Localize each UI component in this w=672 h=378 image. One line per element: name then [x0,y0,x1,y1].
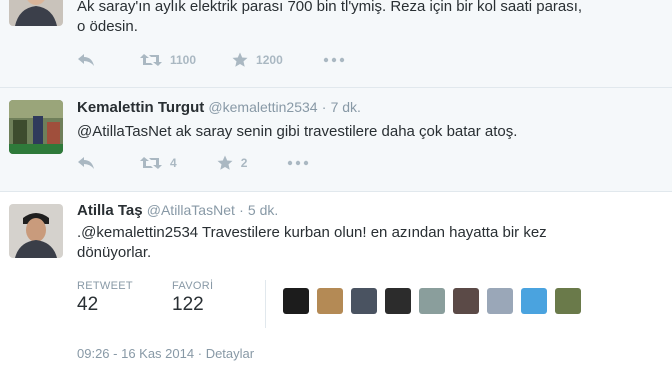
separator: · [239,202,244,218]
favoriter-avatar[interactable] [521,288,547,314]
favorite-label: FAVORİ [172,280,214,292]
favoriter-avatar[interactable] [419,288,445,314]
avatar[interactable] [9,204,63,258]
favoriter-avatar[interactable] [283,288,309,314]
more-icon [323,57,344,63]
avatar[interactable] [9,100,63,154]
tweet-text: Ak saray'ın aylık elektrik parası 700 bi… [77,0,647,37]
tweet-2[interactable]: Kemalettin Turgut @kemalettin2534 · 7 dk… [0,88,672,192]
tweet-text: .@kemalettin2534 Travestilere kurban olu… [77,223,647,263]
favoriter-avatar[interactable] [487,288,513,314]
retweet-count: 4 [170,156,177,170]
tweet-3[interactable]: Atilla Taş @AtillaTasNet · 5 dk. .@kemal… [0,192,672,378]
retweet-button[interactable]: 1100 [140,53,196,67]
tweet-text-line: .@kemalettin2534 Travestilere kurban olu… [77,224,547,241]
tweet-text-line: dönüyorlar. [77,244,152,261]
reply-button[interactable] [77,53,95,67]
more-button[interactable] [323,57,345,63]
favorite-count: 1200 [256,53,283,67]
star-icon [217,155,233,170]
more-button[interactable] [287,160,309,166]
tweet-header: Kemalettin Turgut @kemalettin2534 · 7 dk… [77,99,361,116]
user-name[interactable]: Kemalettin Turgut [77,99,204,116]
tweet-footer: 09:26 - 16 Kas 2014 · Detaylar [77,346,254,361]
divider [265,280,266,328]
tweet-1[interactable]: Ak saray'ın aylık elektrik parası 700 bi… [0,0,672,88]
favoriter-avatar[interactable] [555,288,581,314]
retweet-stat[interactable]: RETWEET 42 [77,280,133,316]
favorite-count: 122 [172,294,204,315]
tweet-header: Atilla Taş @AtillaTasNet · 5 dk. [77,202,278,219]
user-handle[interactable]: @kemalettin2534 [208,99,317,115]
tweet-time[interactable]: 5 dk. [248,202,278,218]
avatar[interactable] [9,0,63,26]
favorite-button[interactable]: 2 [217,155,248,171]
more-icon [288,160,309,166]
favoriter-avatar[interactable] [351,288,377,314]
retweet-icon [140,54,162,66]
user-name[interactable]: Atilla Taş [77,202,143,219]
tweet-timestamp[interactable]: 09:26 - 16 Kas 2014 [77,346,194,361]
reply-icon [78,157,94,169]
tweet-stats: RETWEET 42 FAVORİ 122 [77,280,581,328]
separator: · [321,99,327,115]
favorite-count: 2 [240,156,248,170]
tweet-actions: 4 2 [77,153,309,173]
reply-button[interactable] [77,156,95,170]
reply-icon [78,54,94,66]
tweet-text: @AtillaTasNet ak saray senin gibi traves… [77,123,518,140]
retweet-icon [140,157,162,169]
tweet-time[interactable]: 7 dk. [331,99,361,115]
favorite-stat[interactable]: FAVORİ 122 [172,280,213,316]
favoriter-avatars [283,288,581,314]
user-handle[interactable]: @AtillaTasNet [147,202,235,218]
retweet-count: 42 [77,294,99,315]
separator: · [197,346,203,361]
favorite-button[interactable]: 1200 [232,52,283,68]
favoriter-avatar[interactable] [317,288,343,314]
retweet-label: RETWEET [77,280,133,292]
star-icon [232,52,248,67]
favoriter-avatar[interactable] [453,288,479,314]
tweet-actions: 1100 1200 [77,50,345,70]
details-link[interactable]: Detaylar [206,346,254,361]
retweet-button[interactable]: 4 [140,156,177,170]
tweet-text-line: Ak saray'ın aylık elektrik parası 700 bi… [77,0,583,15]
tweet-text-line: o ödesin. [77,18,138,35]
retweet-count: 1100 [170,53,197,67]
favoriter-avatar[interactable] [385,288,411,314]
